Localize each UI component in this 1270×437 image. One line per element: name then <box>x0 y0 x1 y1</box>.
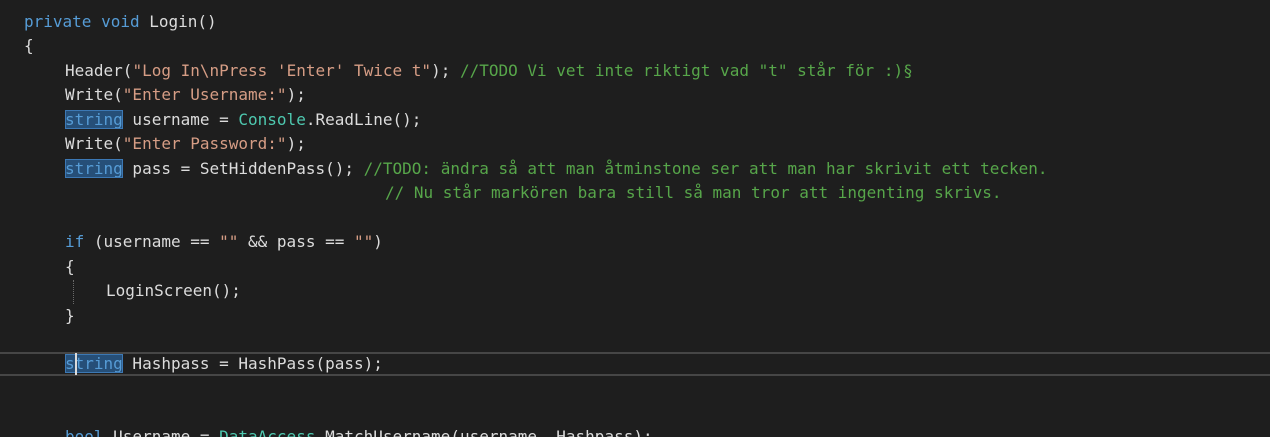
empty-string: "" <box>219 232 239 251</box>
keyword-void: void <box>101 12 140 31</box>
keyword-string-highlighted: string <box>65 110 123 129</box>
empty-string: "" <box>353 232 374 251</box>
if-condition-a: (username == <box>84 232 220 251</box>
readline-call: .ReadLine(); <box>305 110 422 129</box>
code-line-11[interactable]: LoginScreen(); <box>106 279 241 303</box>
write-close: ); <box>286 134 306 153</box>
write-call: Write( <box>65 134 123 153</box>
code-line-10[interactable]: { <box>65 255 75 279</box>
password-prompt-string: "Enter Password:" <box>122 134 287 153</box>
username-prompt-string: "Enter Username:" <box>122 85 287 104</box>
type-console: Console <box>238 110 306 129</box>
loginscreen-call: LoginScreen(); <box>106 281 241 300</box>
code-line-4[interactable]: Write("Enter Username:"); <box>65 83 306 107</box>
text-caret <box>75 353 77 375</box>
keyword-bool: bool <box>65 427 104 437</box>
comment-continuation: // Nu står markören bara still så man tr… <box>385 183 1002 202</box>
write-close: ); <box>286 85 306 104</box>
brace-close: } <box>65 306 75 325</box>
if-close: ) <box>373 232 383 251</box>
keyword-string-highlighted: string <box>65 159 123 178</box>
brace-open: { <box>24 36 34 55</box>
method-signature: Login() <box>139 12 217 31</box>
brace-open: { <box>65 257 75 276</box>
code-line-1[interactable]: private void Login() <box>24 10 217 34</box>
code-line-2[interactable]: { <box>24 34 34 58</box>
code-line-13[interactable]: string Hashpass = HashPass(pass); <box>65 352 383 376</box>
write-call: Write( <box>65 85 123 104</box>
header-string: "Log In\nPress 'Enter' Twice t" <box>132 61 432 80</box>
indent-guide <box>73 280 74 304</box>
code-line-3[interactable]: Header("Log In\nPress 'Enter' Twice t");… <box>65 59 913 83</box>
keyword-if: if <box>65 232 85 251</box>
if-condition-b: && pass == <box>238 232 354 251</box>
header-close: ); <box>431 61 460 80</box>
todo-comment: //TODO Vi vet inte riktigt vad "t" står … <box>459 61 913 80</box>
code-line-7[interactable]: string pass = SetHiddenPass(); //TODO: ä… <box>65 157 1048 181</box>
keyword-string-highlighted: string <box>65 354 123 373</box>
pass-decl: pass = SetHiddenPass(); <box>122 159 364 178</box>
type-dataaccess: DataAccess <box>219 427 316 437</box>
header-call: Header( <box>65 61 133 80</box>
hashpass-decl: Hashpass = HashPass(pass); <box>122 354 383 373</box>
code-line-5[interactable]: string username = Console.ReadLine(); <box>65 108 421 132</box>
code-line-6[interactable]: Write("Enter Password:"); <box>65 132 306 156</box>
code-line-14[interactable]: bool Username = DataAccess.MatchUsername… <box>65 425 653 437</box>
username-bool-decl: Username = <box>103 427 220 437</box>
code-line-9[interactable]: if (username == "" && pass == "") <box>65 230 383 254</box>
matchusername-call: .MatchUsername(username, Hashpass); <box>315 427 653 437</box>
keyword-private: private <box>24 12 92 31</box>
todo-comment: //TODO: ändra så att man åtminstone ser … <box>363 159 1048 178</box>
code-line-8[interactable]: // Nu står markören bara still så man tr… <box>385 181 1002 205</box>
username-decl: username = <box>122 110 239 129</box>
code-editor[interactable]: private void Login() { Header("Log In\nP… <box>0 0 1270 437</box>
code-line-12[interactable]: } <box>65 304 75 328</box>
